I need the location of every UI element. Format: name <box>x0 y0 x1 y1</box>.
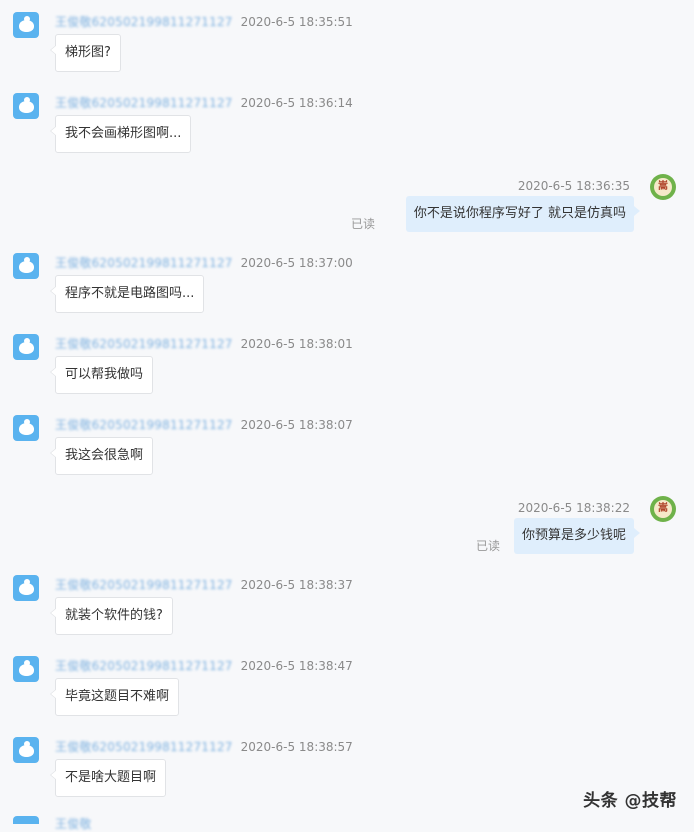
message-bubble[interactable]: 就装个软件的钱? <box>50 597 173 635</box>
message-bubble[interactable]: 我不会画梯形图啊... <box>49 115 192 153</box>
message-meta: 王俊敬620502199811271127 2020-6-5 18:37:00 <box>55 255 353 271</box>
timestamp: 2020-6-5 18:36:14 <box>240 96 353 110</box>
contact-avatar[interactable] <box>13 93 39 119</box>
message-bubble[interactable]: 程序不就是电路图吗... <box>49 275 205 313</box>
avatar-icon <box>18 97 34 113</box>
message-bubble[interactable]: 你预算是多少钱呢 <box>513 518 641 554</box>
sender-name[interactable]: 王俊敬620502199811271127 <box>55 578 233 592</box>
read-status: 已读 <box>351 217 376 231</box>
message-meta: 王俊敬620502199811271127 2020-6-5 18:38:07 <box>55 417 353 433</box>
message-bubble[interactable]: 你不是说你程序写好了 就只是仿真吗 <box>405 196 641 232</box>
avatar-icon <box>18 419 34 435</box>
contact-avatar[interactable] <box>13 415 39 441</box>
message-meta: 王俊敬 <box>55 816 100 832</box>
message-bubble[interactable]: 可以帮我做吗 <box>49 356 154 394</box>
timestamp: 2020-6-5 18:38:01 <box>240 337 353 351</box>
message-meta: 王俊敬620502199811271127 2020-6-5 18:38:01 <box>55 336 353 352</box>
sender-name[interactable]: 王俊敬620502199811271127 <box>55 659 233 673</box>
contact-avatar[interactable] <box>13 816 39 824</box>
avatar-icon <box>18 257 34 273</box>
self-avatar[interactable]: 嵩 <box>650 496 676 522</box>
sender-name[interactable]: 王俊敬620502199811271127 <box>55 256 233 270</box>
message-meta: 王俊敬620502199811271127 2020-6-5 18:38:37 <box>55 577 353 593</box>
avatar-icon: 嵩 <box>654 500 672 518</box>
sender-name[interactable]: 王俊敬 <box>55 817 92 831</box>
message-meta: 王俊敬620502199811271127 2020-6-5 18:35:51 <box>55 14 353 30</box>
timestamp: 2020-6-5 18:38:57 <box>240 740 353 754</box>
timestamp: 2020-6-5 18:38:22 <box>517 501 630 515</box>
avatar-icon <box>18 660 34 676</box>
message-bubble[interactable]: 梯形图? <box>50 34 121 72</box>
contact-avatar[interactable] <box>13 575 39 601</box>
contact-avatar[interactable] <box>13 334 39 360</box>
timestamp: 2020-6-5 18:37:00 <box>240 256 353 270</box>
message-bubble[interactable]: 毕竟这题目不难啊 <box>49 678 180 716</box>
avatar-icon <box>18 579 34 595</box>
sender-name[interactable]: 王俊敬620502199811271127 <box>55 418 233 432</box>
sender-name[interactable]: 王俊敬620502199811271127 <box>55 96 233 110</box>
message-meta: 王俊敬620502199811271127 2020-6-5 18:38:47 <box>55 658 353 674</box>
timestamp: 2020-6-5 18:38:47 <box>240 659 353 673</box>
timestamp: 2020-6-5 18:38:37 <box>240 578 353 592</box>
contact-avatar[interactable] <box>13 737 39 763</box>
watermark: 头条 @技帮 <box>583 791 677 811</box>
message-left-partial: 王俊敬 <box>0 814 694 831</box>
read-status: 已读 <box>476 539 501 553</box>
avatar-icon <box>18 338 34 354</box>
message-bubble[interactable]: 不是啥大题目啊 <box>49 759 167 797</box>
avatar-icon <box>18 16 34 32</box>
sender-name[interactable]: 王俊敬620502199811271127 <box>55 337 233 351</box>
contact-avatar[interactable] <box>13 12 39 38</box>
timestamp: 2020-6-5 18:36:35 <box>517 179 630 193</box>
message-meta: 王俊敬620502199811271127 2020-6-5 18:36:14 <box>55 95 353 111</box>
message-bubble[interactable]: 我这会很急啊 <box>49 437 154 475</box>
contact-avatar[interactable] <box>13 253 39 279</box>
message-meta: 王俊敬620502199811271127 2020-6-5 18:38:57 <box>55 739 353 755</box>
timestamp: 2020-6-5 18:35:51 <box>240 15 353 29</box>
sender-name[interactable]: 王俊敬620502199811271127 <box>55 740 233 754</box>
avatar-icon: 嵩 <box>654 178 672 196</box>
avatar-icon <box>18 741 34 757</box>
self-avatar[interactable]: 嵩 <box>650 174 676 200</box>
contact-avatar[interactable] <box>13 656 39 682</box>
timestamp: 2020-6-5 18:38:07 <box>240 418 353 432</box>
sender-name[interactable]: 王俊敬620502199811271127 <box>55 15 233 29</box>
